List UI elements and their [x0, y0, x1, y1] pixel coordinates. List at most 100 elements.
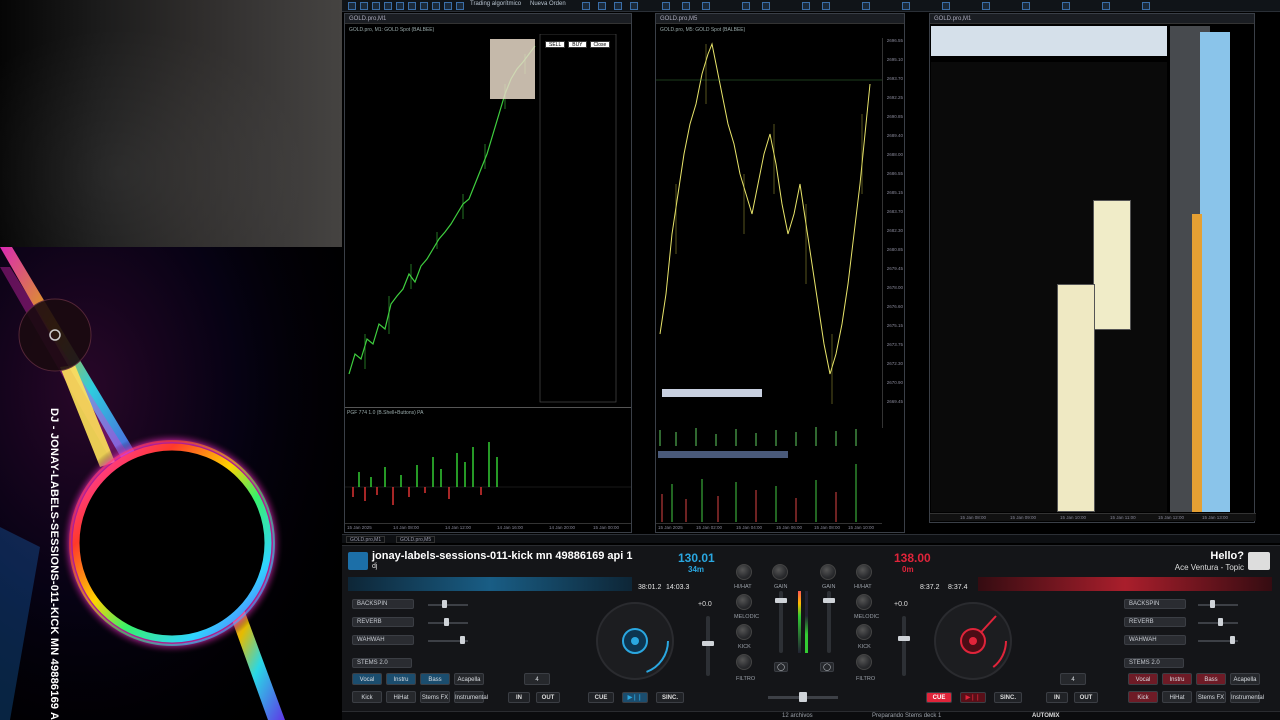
deck-b-fx-backspin[interactable]: BACKSPIN: [1124, 599, 1186, 609]
deck-b-cue-button[interactable]: CUE: [926, 692, 952, 703]
deck-a-stem-acapella[interactable]: Acapella: [454, 673, 484, 685]
toolbar-button[interactable]: [1022, 2, 1030, 10]
orderflow-chart[interactable]: [931, 62, 1167, 512]
deck-b-pitch-fader[interactable]: [902, 616, 906, 676]
toolbar-button[interactable]: [582, 2, 590, 10]
deck-a-stem-hihat[interactable]: HiHat: [386, 691, 416, 703]
toolbar-button[interactable]: [1102, 2, 1110, 10]
toolbar-button[interactable]: [942, 2, 950, 10]
deck-a-stem-instru[interactable]: Instru: [386, 673, 416, 685]
toolbar-button[interactable]: [802, 2, 810, 10]
mixer-left-melodic-knob[interactable]: [736, 624, 752, 640]
toolbar-button[interactable]: [662, 2, 670, 10]
toolbar-button[interactable]: [982, 2, 990, 10]
deck-b-stem-vocal[interactable]: Vocal: [1128, 673, 1158, 685]
deck-a-jogwheel[interactable]: [596, 602, 674, 680]
deck-b-stem-acapella[interactable]: Acapella: [1230, 673, 1260, 685]
deck-b-stems-fx[interactable]: Stems FX: [1196, 691, 1226, 703]
deck-b-sync-button[interactable]: SINC.: [994, 692, 1022, 703]
mixer-right-hihat-knob[interactable]: [856, 594, 872, 610]
deck-b-loop-out[interactable]: OUT: [1074, 692, 1098, 703]
deck-b-loop-size[interactable]: 4: [1060, 673, 1086, 685]
crossfader-thumb[interactable]: [799, 692, 807, 702]
toolbar-button[interactable]: [762, 2, 770, 10]
deck-a-loop-in[interactable]: IN: [508, 692, 530, 703]
deck-b-stem-kick[interactable]: Kick: [1128, 691, 1158, 703]
toolbar-button[interactable]: [360, 2, 368, 10]
deck-a-sync-button[interactable]: SINC.: [656, 692, 684, 703]
deck-b-fx1-slider-thumb[interactable]: [1210, 600, 1215, 608]
deck-b-waveform[interactable]: [978, 577, 1272, 591]
deck-a-fx2-slider-thumb[interactable]: [444, 618, 449, 626]
new-order-button[interactable]: Nueva Orden: [530, 1, 566, 7]
deck-a-stem-kick[interactable]: Kick: [352, 691, 382, 703]
deck-b-fx1-slider[interactable]: [1198, 604, 1238, 606]
headphone-cue-b-button[interactable]: ◯: [820, 662, 834, 672]
mixer-channel-a-fader-thumb[interactable]: [775, 598, 787, 603]
deck-b-fx-reverb[interactable]: REVERB: [1124, 617, 1186, 627]
deck-a-loop-size[interactable]: 4: [524, 673, 550, 685]
deck-a-fx3-slider-thumb[interactable]: [460, 636, 465, 644]
deck-a-fx-reverb[interactable]: REVERB: [352, 617, 414, 627]
tab-gold-m5[interactable]: GOLD.pro,M5: [396, 536, 436, 543]
deck-b-stem-instrumental[interactable]: Instrumental: [1230, 691, 1264, 703]
toolbar-button[interactable]: [420, 2, 428, 10]
headphone-cue-a-button[interactable]: ◯: [774, 662, 788, 672]
toolbar-button[interactable]: [1062, 2, 1070, 10]
toolbar-button[interactable]: [630, 2, 638, 10]
deck-a-fx-backspin[interactable]: BACKSPIN: [352, 599, 414, 609]
deck-b-stems-label[interactable]: STEMS 2.0: [1124, 658, 1184, 668]
sell-button[interactable]: SELL: [545, 41, 566, 48]
deck-a-cue-button[interactable]: CUE: [588, 692, 614, 703]
toolbar-button[interactable]: [902, 2, 910, 10]
mixer-left-hihat-knob[interactable]: [736, 594, 752, 610]
toolbar-button[interactable]: [614, 2, 622, 10]
toolbar-button[interactable]: [742, 2, 750, 10]
mixer-right-kick-knob[interactable]: [856, 654, 872, 670]
deck-b-stem-bass[interactable]: Bass: [1196, 673, 1226, 685]
toolbar-button[interactable]: [598, 2, 606, 10]
mixer-right-filter-knob[interactable]: [856, 564, 872, 580]
automix-button[interactable]: AUTOMIX: [1032, 713, 1060, 719]
deck-a-waveform[interactable]: [348, 577, 632, 591]
deck-b-fx2-slider-thumb[interactable]: [1218, 618, 1223, 626]
toolbar-button[interactable]: [822, 2, 830, 10]
deck-a-stem-vocal[interactable]: Vocal: [352, 673, 382, 685]
mixer-left-kick-knob[interactable]: [736, 654, 752, 670]
candlestick-chart-m1[interactable]: [345, 34, 631, 406]
deck-a-pitch-fader-thumb[interactable]: [702, 641, 714, 646]
deck-a-stems-label[interactable]: STEMS 2.0: [352, 658, 412, 668]
toolbar-button[interactable]: [456, 2, 464, 10]
deck-a-fx1-slider[interactable]: [428, 604, 468, 606]
deck-a-stem-instrumental[interactable]: Instrumental: [454, 691, 488, 703]
mixer-gain-a-knob[interactable]: [772, 564, 788, 580]
deck-b-pitch-fader-thumb[interactable]: [898, 636, 910, 641]
deck-b-jogwheel[interactable]: [934, 602, 1012, 680]
deck-a-fx1-slider-thumb[interactable]: [442, 600, 447, 608]
candlestick-chart-m5[interactable]: [656, 34, 882, 424]
deck-b-fx-wahwah[interactable]: WAHWAH: [1124, 635, 1186, 645]
mixer-right-melodic-knob[interactable]: [856, 624, 872, 640]
deck-b-fx3-slider-thumb[interactable]: [1230, 636, 1235, 644]
toolbar-button[interactable]: [384, 2, 392, 10]
toolbar-button[interactable]: [348, 2, 356, 10]
algo-trading-button[interactable]: Trading algorítmico: [470, 1, 521, 7]
toolbar-button[interactable]: [682, 2, 690, 10]
deck-a-stem-bass[interactable]: Bass: [420, 673, 450, 685]
deck-a-play-button[interactable]: ▶❘❘: [622, 692, 648, 703]
tab-gold-m1[interactable]: GOLD.pro,M1: [346, 536, 386, 543]
toolbar-button[interactable]: [702, 2, 710, 10]
mixer-channel-b-fader-thumb[interactable]: [823, 598, 835, 603]
deck-a-stems-fx[interactable]: Stems FX: [420, 691, 450, 703]
toolbar-button[interactable]: [1142, 2, 1150, 10]
deck-b-stem-hihat[interactable]: HiHat: [1162, 691, 1192, 703]
toolbar-button[interactable]: [444, 2, 452, 10]
toolbar-button[interactable]: [408, 2, 416, 10]
buy-button[interactable]: BUY: [568, 41, 587, 48]
toolbar-button[interactable]: [432, 2, 440, 10]
deck-b-loop-in[interactable]: IN: [1046, 692, 1068, 703]
deck-b-play-button[interactable]: ▶❘❘: [960, 692, 986, 703]
toolbar-button[interactable]: [396, 2, 404, 10]
toolbar-button[interactable]: [372, 2, 380, 10]
mixer-left-filter-knob[interactable]: [736, 564, 752, 580]
